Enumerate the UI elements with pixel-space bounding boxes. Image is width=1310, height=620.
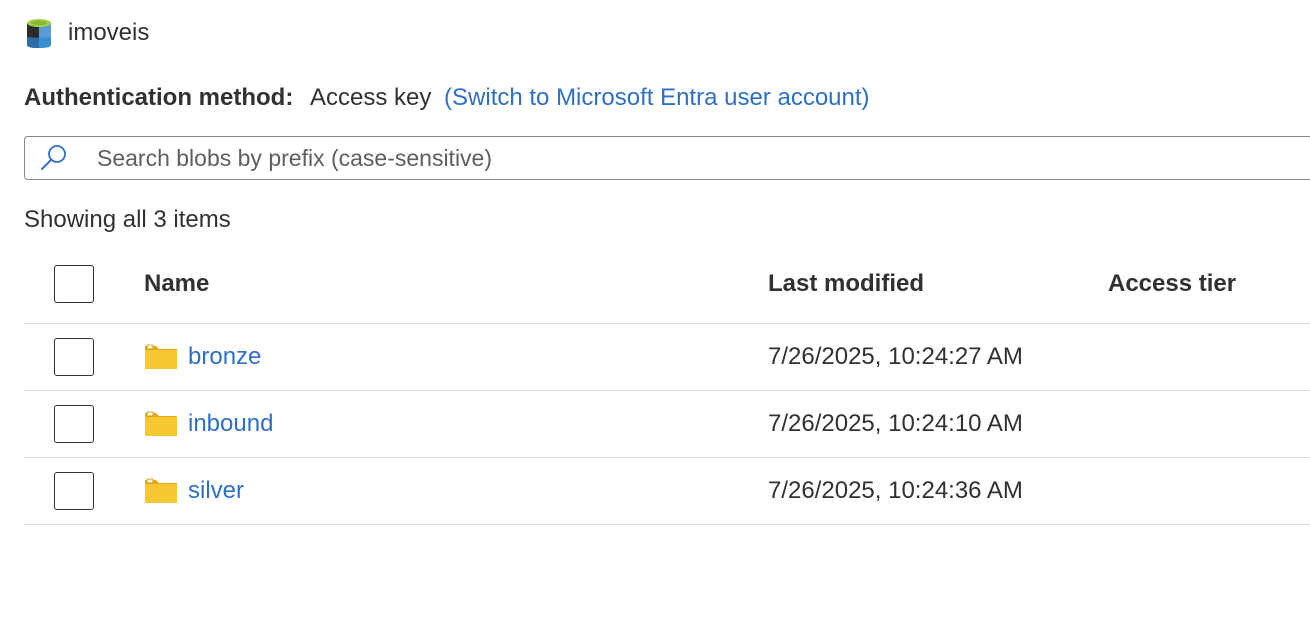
- last-modified-cell: 7/26/2025, 10:24:36 AM: [768, 477, 1023, 504]
- table-row: silver 7/26/2025, 10:24:36 AM: [24, 458, 1310, 525]
- select-all-cell: [24, 265, 144, 303]
- column-header-access-tier[interactable]: Access tier: [1108, 270, 1308, 298]
- last-modified-cell: 7/26/2025, 10:24:27 AM: [768, 343, 1023, 370]
- row-checkbox-cell: [24, 405, 144, 443]
- search-box[interactable]: [24, 136, 1310, 180]
- items-count: Showing all 3 items: [24, 206, 231, 233]
- row-checkbox[interactable]: [54, 338, 94, 376]
- table-row: bronze 7/26/2025, 10:24:27 AM: [24, 324, 1310, 391]
- auth-method-value: Access key: [309, 84, 432, 111]
- row-checkbox-cell: [24, 338, 144, 376]
- name-cell: silver: [144, 476, 768, 506]
- auth-method-label: Authentication method:: [24, 84, 294, 111]
- folder-name-link[interactable]: bronze: [188, 343, 261, 371]
- container-header: imoveis: [26, 16, 149, 50]
- folder-icon: [145, 478, 177, 503]
- row-checkbox[interactable]: [54, 472, 94, 510]
- search-icon: [41, 145, 66, 170]
- authentication-method: Authentication method: Access key (Switc…: [24, 84, 870, 112]
- storage-container-page: imoveis Authentication method: Access ke…: [0, 0, 1310, 620]
- folder-icon: [145, 411, 177, 436]
- container-title: imoveis: [68, 19, 150, 46]
- row-checkbox-cell: [24, 472, 144, 510]
- name-cell: inbound: [144, 409, 768, 439]
- row-checkbox[interactable]: [54, 405, 94, 443]
- table-header-row: Name Last modified Access tier: [24, 245, 1310, 324]
- folder-name-link[interactable]: inbound: [188, 410, 273, 438]
- column-header-last-modified[interactable]: Last modified: [768, 270, 1108, 298]
- storage-container-icon: [27, 19, 51, 48]
- folder-name-link[interactable]: silver: [188, 477, 244, 505]
- table-row: inbound 7/26/2025, 10:24:10 AM: [24, 391, 1310, 458]
- name-cell: bronze: [144, 342, 768, 372]
- switch-auth-link[interactable]: (Switch to Microsoft Entra user account): [444, 84, 869, 111]
- search-input[interactable]: [97, 144, 997, 172]
- blob-table: Name Last modified Access tier bronze 7/…: [24, 245, 1310, 525]
- select-all-checkbox[interactable]: [54, 265, 94, 303]
- folder-icon: [145, 344, 177, 369]
- column-header-name[interactable]: Name: [144, 270, 768, 298]
- last-modified-cell: 7/26/2025, 10:24:10 AM: [768, 410, 1023, 437]
